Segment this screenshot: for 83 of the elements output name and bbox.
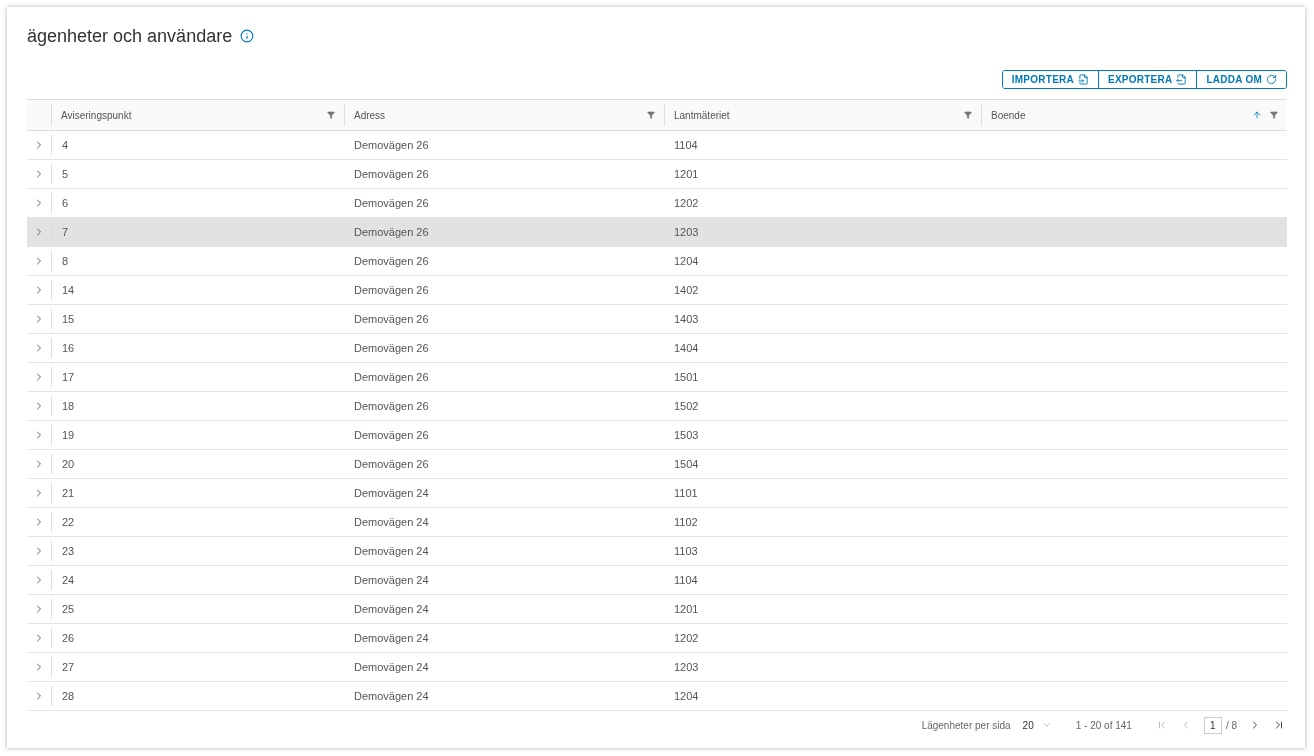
table-cell-text: 18 <box>62 398 75 414</box>
table-cell-text: 20 <box>62 456 75 472</box>
table-cell-text: 1201 <box>674 166 699 182</box>
table-cell-text: 1504 <box>674 456 699 472</box>
table-cell-text: 8 <box>62 253 69 269</box>
table-cell-text: Demovägen 24 <box>354 543 429 559</box>
table-cell-text: 24 <box>62 572 75 588</box>
table-cell-text: 19 <box>62 427 75 443</box>
table-cell-text: 1204 <box>674 253 699 269</box>
table-cell-text: 25 <box>62 601 75 617</box>
table-cell-text: 1104 <box>674 572 698 588</box>
page-size-select[interactable]: 20 <box>1022 717 1052 733</box>
table-cell-text: Demovägen 26 <box>354 224 429 240</box>
last-page-icon[interactable] <box>1273 719 1285 731</box>
table-cell-text: 1503 <box>674 427 699 443</box>
table-cell-text: Demovägen 26 <box>354 369 429 385</box>
table-cell-text: Demovägen 24 <box>354 485 429 501</box>
table-cell-text: Demovägen 24 <box>354 572 429 588</box>
table-cell-text: 1203 <box>674 224 699 240</box>
table-cell-text: 28 <box>62 688 75 704</box>
table-cell-text: 7 <box>62 224 69 240</box>
table-cell-text: 1102 <box>674 514 698 530</box>
table-cell-text: 1402 <box>674 282 699 298</box>
column-header[interactable]: Lantmäteriet <box>664 104 981 126</box>
caret-icon <box>1041 720 1052 730</box>
table-cell-text: 23 <box>62 543 75 559</box>
table-cell-text: 1204 <box>674 688 699 704</box>
filter-icon[interactable] <box>1270 111 1278 119</box>
table-cell-text: 1202 <box>674 195 699 211</box>
table-cell-text: 15 <box>62 311 75 327</box>
column-header[interactable]: Adress <box>344 104 664 126</box>
table-cell-text: 26 <box>62 630 75 646</box>
table-cell-text: Demovägen 26 <box>354 340 429 356</box>
table-cell-text: 1404 <box>674 340 699 356</box>
table-cell-text: 4 <box>62 137 69 153</box>
table-cell-text: Demovägen 26 <box>354 398 429 414</box>
filter-icon[interactable] <box>964 111 972 119</box>
table-cell-text: 1502 <box>674 398 699 414</box>
table-cell-text: Demovägen 26 <box>354 137 429 153</box>
table-cell-text: Demovägen 26 <box>354 311 429 327</box>
table-cell-text: 1104 <box>674 137 698 153</box>
column-header[interactable]: Aviseringspunkt <box>51 104 344 126</box>
table-cell-text: Demovägen 24 <box>354 601 429 617</box>
info-icon[interactable] <box>240 29 255 43</box>
table-cell-text: 1101 <box>674 485 698 501</box>
table-cell-text: 1103 <box>674 543 698 559</box>
sort-ascending-icon[interactable] <box>1252 110 1262 120</box>
table-cell-text: 6 <box>62 195 69 211</box>
table-cell-text: 17 <box>62 369 75 385</box>
table-cell-text: Demovägen 26 <box>354 195 429 211</box>
table-cell-text: Demovägen 24 <box>354 630 429 646</box>
table-cell-text: 21 <box>62 485 75 501</box>
table-cell-text: Demovägen 26 <box>354 427 429 443</box>
export-icon <box>1176 74 1188 85</box>
filter-icon[interactable] <box>327 111 335 119</box>
page-count: / 8 <box>1225 718 1237 733</box>
table-cell-text: 1201 <box>674 601 699 617</box>
table-cell-text: 1203 <box>674 659 699 675</box>
table-cell-text: Demovägen 24 <box>354 688 429 704</box>
table-cell-text: 22 <box>62 514 75 530</box>
table-cell-text: 1202 <box>674 630 699 646</box>
table-cell-text: Demovägen 26 <box>354 166 429 182</box>
table-cell-text: 1501 <box>674 369 699 385</box>
range-label: 1 - 20 of 141 <box>1075 718 1132 733</box>
column-header[interactable]: Boende <box>981 104 1287 126</box>
table-cell-text: 16 <box>62 340 75 356</box>
reload-icon <box>1266 74 1277 85</box>
table-cell-text: Demovägen 24 <box>354 514 429 530</box>
table-cell-text: 27 <box>62 659 75 675</box>
table-cell-text: 5 <box>62 166 69 182</box>
page-title: ägenheter och användare <box>27 24 233 48</box>
page-size-label: Lägenheter per sida <box>921 718 1011 733</box>
import-icon <box>1078 74 1089 85</box>
filter-icon[interactable] <box>647 111 655 119</box>
table-row[interactable]: 7 Demovägen 26 1203 <box>27 218 1287 247</box>
toolbar-button[interactable]: LADDA OM <box>1196 71 1286 88</box>
table-cell-text: Demovägen 26 <box>354 282 429 298</box>
table-cell-text: Demovägen 26 <box>354 253 429 269</box>
table-cell-text: 14 <box>62 282 75 298</box>
page-input[interactable]: 1 <box>1203 716 1222 734</box>
table-cell-text: 1403 <box>674 311 699 327</box>
table-cell-text: Demovägen 26 <box>354 456 429 472</box>
table-cell-text: Demovägen 24 <box>354 659 429 675</box>
